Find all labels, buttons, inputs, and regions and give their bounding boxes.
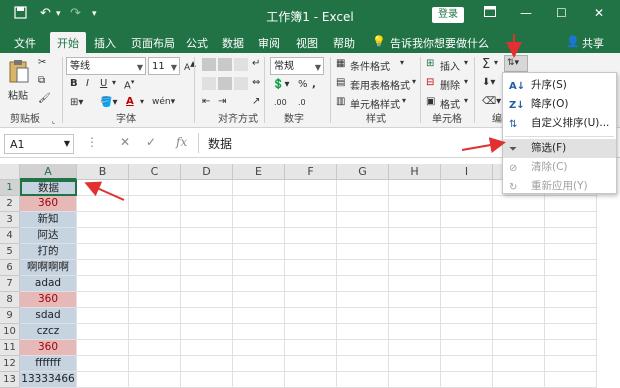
data-cell[interactable]: 13333466 bbox=[20, 372, 77, 388]
empty-cell[interactable] bbox=[389, 372, 441, 388]
cell-value: 13333466 bbox=[21, 373, 75, 385]
arrow-to-filter-button bbox=[84, 181, 125, 201]
empty-cell[interactable] bbox=[493, 372, 545, 388]
arrow-to-filter bbox=[461, 137, 506, 153]
empty-cell[interactable] bbox=[77, 372, 129, 388]
empty-cell[interactable] bbox=[441, 372, 493, 388]
empty-cell[interactable] bbox=[129, 372, 181, 388]
empty-cell[interactable] bbox=[285, 372, 337, 388]
empty-cell[interactable] bbox=[233, 372, 285, 388]
empty-cell[interactable] bbox=[545, 372, 597, 388]
empty-cell[interactable] bbox=[181, 372, 233, 388]
annotation-arrows bbox=[84, 34, 522, 201]
row-header-13[interactable]: 13 bbox=[0, 372, 20, 388]
empty-cell[interactable] bbox=[337, 372, 389, 388]
